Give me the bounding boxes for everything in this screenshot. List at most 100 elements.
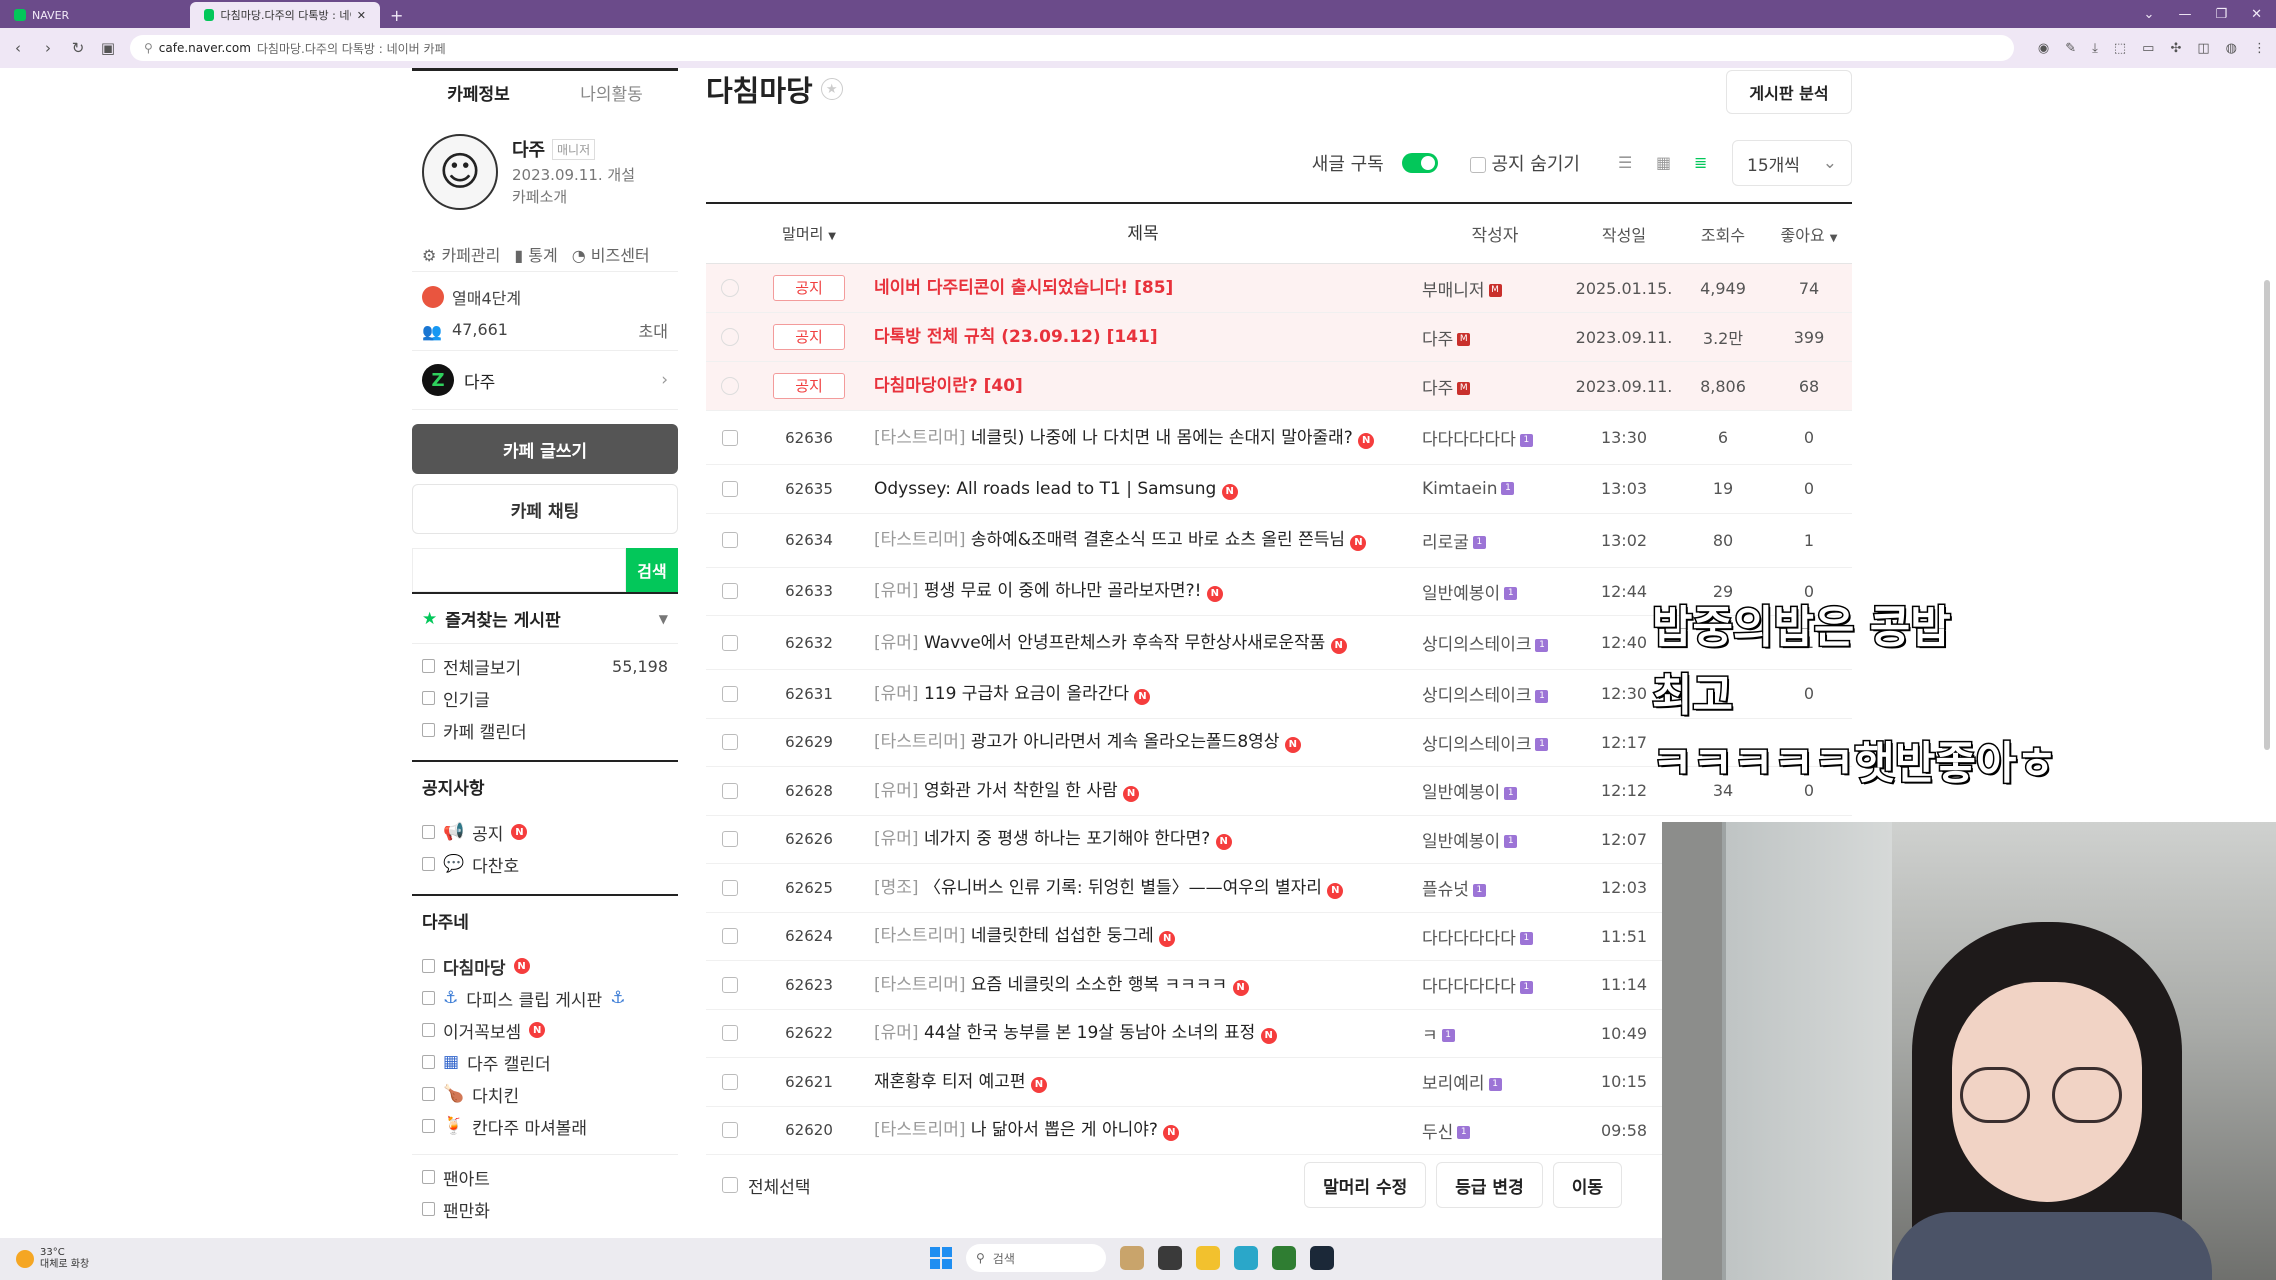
site-info-icon[interactable]: ▣	[100, 39, 116, 57]
chevron-down-icon[interactable]: ⌄	[2144, 7, 2155, 22]
minimize-icon[interactable]: —	[2178, 7, 2191, 22]
biz-center-link[interactable]: ◔ 비즈센터	[572, 242, 650, 266]
subscribe-toggle[interactable]	[1401, 153, 1438, 173]
back-icon[interactable]: ‹	[10, 39, 26, 57]
notice-row[interactable]: 공지 네이버 다주티콘이 출시되었습니다! [85] 부매니저 M 2025.01.15…	[706, 264, 1852, 313]
post-title-link[interactable]: [타스트리머] 광고가 아니라면서 계속 올라오는폴드8영상 N	[864, 730, 1422, 754]
board-dachanho[interactable]: 💬 다찬호	[412, 848, 678, 880]
post-title-link[interactable]: [타스트리머] 송하예&조매력 결혼소식 뜨고 바로 쇼츠 올린 쯘득님 N	[864, 528, 1422, 552]
favorite-star-icon[interactable]: ★	[820, 78, 843, 100]
post-title-link[interactable]: [명조] 〈유니버스 인류 기록: 뒤엉힌 별들〉——여우의 별자리 N	[864, 876, 1422, 900]
hide-notice-option[interactable]: 공지 숨기기	[1469, 150, 1580, 176]
stats-link[interactable]: ▮ 통계	[514, 242, 557, 266]
writer-name[interactable]: 일반예봉이 1	[1422, 579, 1568, 604]
page-scrollbar[interactable]	[2264, 280, 2270, 750]
board-drink[interactable]: 🍹 칸다주 마셔볼래	[412, 1110, 678, 1142]
avatar[interactable]: ☺	[422, 134, 498, 210]
board-notice[interactable]: 📢 공지 N	[412, 816, 678, 848]
taskbar-app-icon[interactable]	[1120, 1246, 1144, 1270]
post-title-link[interactable]: [유머] Wavve에서 안녕프란체스카 후속작 무한상사새로운작품 N	[864, 631, 1422, 655]
new-tab-button[interactable]: +	[380, 2, 413, 28]
move-button[interactable]: 이동	[1552, 1162, 1622, 1208]
post-title-link[interactable]: 다톡방 전체 규칙 (23.09.12) [141]	[864, 325, 1422, 349]
weather-widget[interactable]: 33°C 대체로 화창	[0, 1247, 89, 1271]
change-grade-button[interactable]: 등급 변경	[1436, 1162, 1543, 1208]
writer-name[interactable]: 다다다다다다 1	[1422, 924, 1568, 949]
row-checkbox[interactable]	[706, 928, 754, 945]
tab-cafe[interactable]: 다침마당.다주의 다톡방 : 네이버 ✕	[190, 2, 380, 28]
board-dachim[interactable]: 다침마당 N	[412, 950, 678, 982]
row-checkbox[interactable]	[706, 685, 754, 702]
board-analysis-button[interactable]: 게시판 분석	[1726, 70, 1852, 114]
writer-name[interactable]: 상디의스테이크 1	[1422, 630, 1568, 655]
steam-icon[interactable]	[1310, 1246, 1334, 1270]
post-title-link[interactable]: 네이버 다주티콘이 출시되었습니다! [85]	[864, 276, 1422, 300]
writer-name[interactable]: 리로굴 1	[1422, 528, 1568, 553]
invite-link[interactable]: 초대	[639, 318, 668, 342]
head-filter[interactable]: 말머리 ▼	[754, 223, 864, 244]
writer-name[interactable]: 일반예봉이 1	[1422, 778, 1568, 803]
writer-name[interactable]: Kimtaein 1	[1422, 479, 1568, 499]
board-all-posts[interactable]: 전체글보기 55,198	[412, 650, 678, 682]
screenshot-icon[interactable]: ⬚	[2114, 41, 2126, 56]
post-title-link[interactable]: Odyssey: All roads lead to T1 | Samsung …	[864, 477, 1422, 501]
folder-icon[interactable]	[1196, 1246, 1220, 1270]
forward-icon[interactable]: ›	[40, 39, 56, 57]
game-app-icon[interactable]	[1272, 1246, 1296, 1270]
row-checkbox[interactable]	[706, 480, 754, 497]
cafe-search-input[interactable]	[412, 548, 626, 592]
writer-name[interactable]: 플슈넛 1	[1422, 875, 1568, 900]
board-fanart[interactable]: 팬아트	[412, 1161, 678, 1193]
post-title-link[interactable]: [타스트리머] 네클릿) 나중에 나 다치면 내 몸에는 손대지 말아줄래? N	[864, 426, 1422, 450]
owner-profile[interactable]: Z 다주 ›	[412, 350, 678, 410]
tab-my-activity[interactable]: 나의활동	[545, 71, 678, 118]
row-radio[interactable]	[706, 328, 754, 346]
writer-name[interactable]: ㅋ1	[1422, 1021, 1568, 1046]
grid-view-icon[interactable]: ▦	[1656, 155, 1676, 171]
pen-icon[interactable]: ✎	[2065, 41, 2076, 56]
post-title-link[interactable]: [유머] 영화관 가서 착한일 한 사람 N	[864, 779, 1422, 803]
download-icon[interactable]: ⤓	[2092, 41, 2098, 56]
row-checkbox[interactable]	[706, 583, 754, 600]
writer-name[interactable]: 부매니저 M	[1422, 276, 1568, 301]
post-title-link[interactable]: [유머] 평생 무료 이 중에 하나만 골라보자면?! N	[864, 579, 1422, 603]
writer-name[interactable]: 상디의스테이크 1	[1422, 681, 1568, 706]
col-likes[interactable]: 좋아요 ▼	[1766, 222, 1852, 246]
puzzle-icon[interactable]: ✣	[2170, 41, 2181, 56]
select-all[interactable]: 전체선택	[706, 1173, 811, 1198]
restore-icon[interactable]: ❐	[2215, 7, 2227, 22]
favorite-boards-header[interactable]: ★ 즐겨찾는 게시판 ▼	[412, 594, 678, 644]
writer-name[interactable]: 보리예리 1	[1422, 1069, 1568, 1094]
row-checkbox[interactable]	[706, 976, 754, 993]
cafe-level[interactable]: 열매4단계	[412, 280, 678, 313]
sidebar-icon[interactable]: ◫	[2197, 41, 2209, 56]
camera-icon[interactable]: ▭	[2142, 41, 2154, 56]
board-clip[interactable]: ⚓ 다피스 클립 게시판 ⚓	[412, 982, 678, 1014]
taskbar-search[interactable]: ⚲ 검색	[966, 1244, 1106, 1272]
writer-name[interactable]: 상디의스테이크 1	[1422, 730, 1568, 755]
detail-list-view-icon[interactable]: ≣	[1694, 155, 1714, 171]
board-dachicken[interactable]: 🍗 다치킨	[412, 1078, 678, 1110]
row-checkbox[interactable]	[706, 831, 754, 848]
profile-icon[interactable]: ◍	[2226, 41, 2237, 56]
writer-name[interactable]: 다다다다다다 1	[1422, 972, 1568, 997]
cafe-chat-button[interactable]: 카페 채팅	[412, 484, 678, 534]
row-checkbox[interactable]	[706, 532, 754, 548]
file-explorer-icon[interactable]	[1158, 1246, 1182, 1270]
post-title-link[interactable]: 재혼황후 티저 예고편 N	[864, 1070, 1422, 1094]
reload-icon[interactable]: ↻	[70, 39, 86, 57]
writer-name[interactable]: 다다다다다다 1	[1422, 425, 1568, 450]
row-checkbox[interactable]	[706, 734, 754, 751]
board-dajune-calendar[interactable]: ▦ 다주 캘린더	[412, 1046, 678, 1078]
list-view-icon[interactable]: ☰	[1618, 155, 1638, 171]
extension-icon[interactable]: ◉	[2038, 41, 2049, 56]
row-checkbox[interactable]	[706, 1073, 754, 1090]
select-all-checkbox[interactable]	[722, 1177, 738, 1193]
post-title-link[interactable]: [유머] 44살 한국 농부를 본 19살 동남아 소녀의 표정 N	[864, 1021, 1422, 1045]
post-title-link[interactable]: [타스트리머] 나 닮아서 뽑은 게 아니야? N	[864, 1118, 1422, 1142]
board-popular[interactable]: 인기글	[412, 682, 678, 714]
post-title-link[interactable]: [유머] 네가지 중 평생 하나는 포기해야 한다면? N	[864, 827, 1422, 851]
table-row[interactable]: 62635 Odyssey: All roads lead to T1 | Sa…	[706, 465, 1852, 514]
writer-name[interactable]: 일반예봉이 1	[1422, 827, 1568, 852]
hide-notice-checkbox[interactable]	[1469, 157, 1486, 173]
